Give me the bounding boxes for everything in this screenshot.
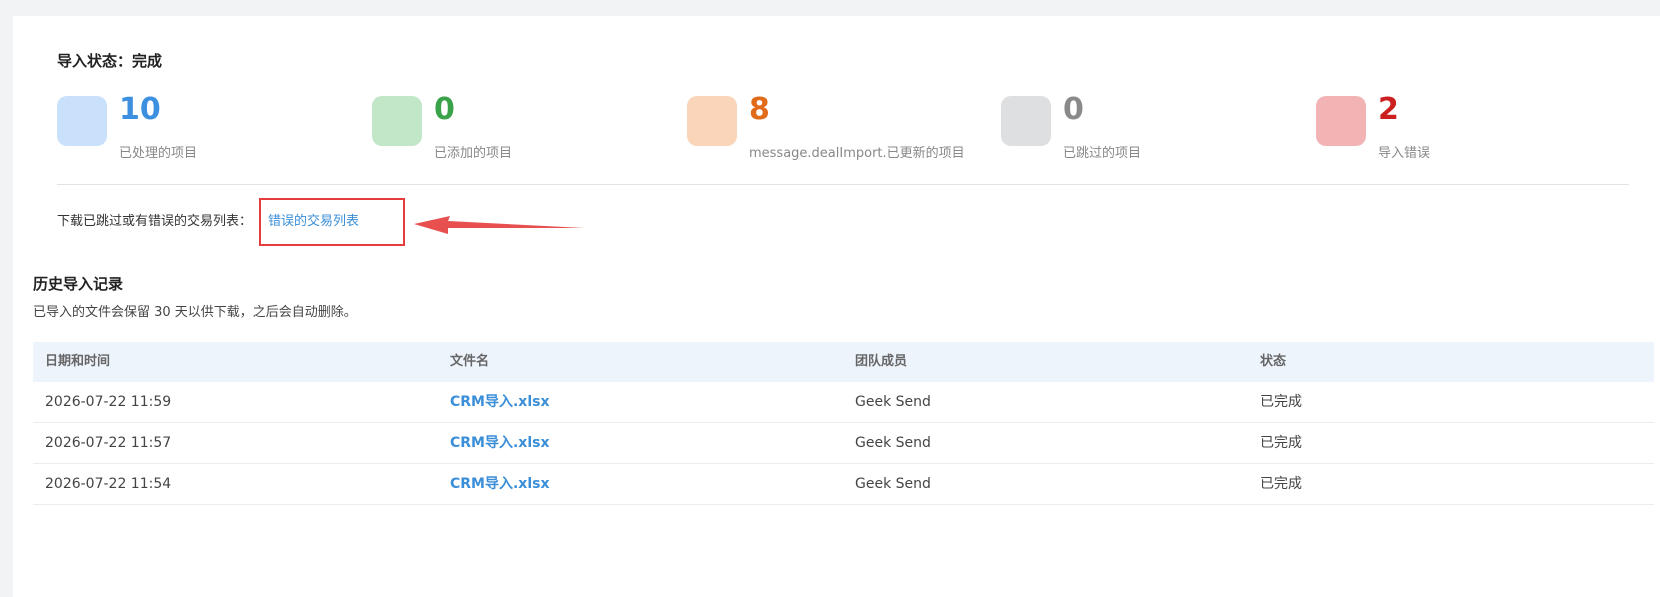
table-header: 日期和时间 文件名 团队成员 状态: [33, 342, 1654, 382]
row-datetime: 2026-07-22 11:57: [45, 435, 172, 451]
row-status: 已完成: [1260, 435, 1302, 451]
annotation-arrow-icon: [414, 216, 584, 234]
stat-updated-icon: [687, 96, 737, 146]
stat-added-value: 0: [434, 92, 455, 127]
table-row: 2026-07-22 11:59 CRM导入.xlsx Geek Send 已完…: [33, 382, 1654, 423]
divider: [57, 184, 1629, 185]
stat-skipped-value: 0: [1063, 92, 1084, 127]
row-status: 已完成: [1260, 394, 1302, 410]
stat-updated-label: message.dealImport.已更新的项目: [749, 146, 965, 161]
stat-skipped-label: 已跳过的项目: [1063, 146, 1142, 161]
stat-errors-icon: [1316, 96, 1366, 146]
highlight-box: [259, 198, 405, 246]
history-note: 已导入的文件会保留 30 天以供下载，之后会自动删除。: [33, 305, 357, 320]
row-status: 已完成: [1260, 476, 1302, 492]
row-member: Geek Send: [855, 435, 931, 451]
row-member: Geek Send: [855, 394, 931, 410]
stat-processed-value: 10: [119, 92, 161, 127]
row-filename-link[interactable]: CRM导入.xlsx: [450, 464, 550, 504]
row-datetime: 2026-07-22 11:59: [45, 394, 172, 410]
row-member: Geek Send: [855, 476, 931, 492]
import-status-title: 导入状态：完成: [57, 52, 163, 70]
row-filename-link[interactable]: CRM导入.xlsx: [450, 423, 550, 463]
row-filename-link[interactable]: CRM导入.xlsx: [450, 382, 550, 422]
stat-processed-icon: [57, 96, 107, 146]
stat-added-icon: [372, 96, 422, 146]
stat-errors-value: 2: [1378, 92, 1399, 127]
download-prefix: 下载已跳过或有错误的交易列表：: [57, 214, 253, 229]
stat-added-label: 已添加的项目: [434, 146, 513, 161]
history-table: 日期和时间 文件名 团队成员 状态 2026-07-22 11:59 CRM导入…: [33, 342, 1654, 505]
column-header-datetime: 日期和时间: [45, 354, 111, 369]
stat-errors-label: 导入错误: [1378, 146, 1431, 161]
stat-updated-value: 8: [749, 92, 770, 127]
column-header-status: 状态: [1260, 354, 1287, 369]
stat-processed: 10 已处理的项目: [57, 92, 357, 161]
column-header-member: 团队成员: [855, 354, 908, 369]
stat-errors: 2 导入错误: [1316, 92, 1616, 161]
column-header-filename: 文件名: [450, 354, 490, 369]
row-datetime: 2026-07-22 11:54: [45, 476, 172, 492]
table-row: 2026-07-22 11:54 CRM导入.xlsx Geek Send 已完…: [33, 464, 1654, 505]
history-title: 历史导入记录: [33, 275, 124, 293]
stat-processed-label: 已处理的项目: [119, 146, 198, 161]
table-row: 2026-07-22 11:57 CRM导入.xlsx Geek Send 已完…: [33, 423, 1654, 464]
stat-updated: 8 message.dealImport.已更新的项目: [687, 92, 987, 161]
stat-skipped: 0 已跳过的项目: [1001, 92, 1301, 161]
stat-skipped-icon: [1001, 96, 1051, 146]
stat-added: 0 已添加的项目: [372, 92, 672, 161]
